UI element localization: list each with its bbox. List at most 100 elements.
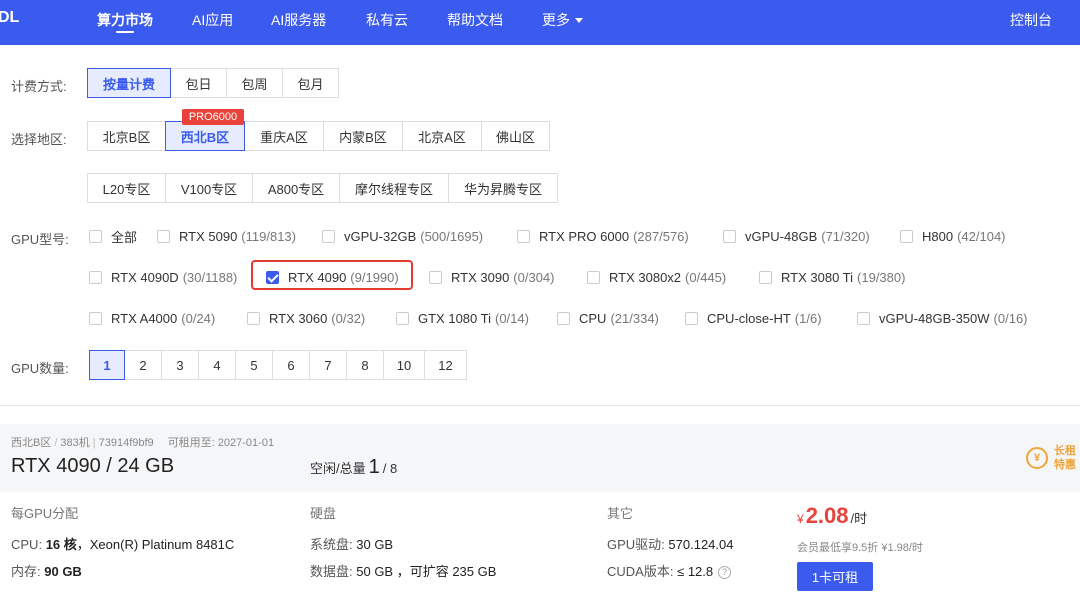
nav-active-indicator	[116, 31, 134, 33]
gpu-name: vGPU-32GB	[344, 228, 417, 244]
nav-item-ai-apps[interactable]: AI应用	[192, 10, 233, 30]
gpu-option-all[interactable]: 全部	[89, 226, 137, 246]
checkbox[interactable]	[429, 270, 442, 284]
gpu-option-h800[interactable]: H800 (42/104)	[900, 226, 1006, 246]
console-link[interactable]: 控制台	[1010, 10, 1052, 30]
region-option-a800[interactable]: A800专区	[252, 173, 340, 203]
region-option-beijing-a[interactable]: 北京A区	[402, 121, 482, 151]
billing-option-weekly[interactable]: 包周	[226, 68, 283, 98]
gpu-option-cpu-close-ht[interactable]: CPU-close-HT (1/6)	[685, 308, 822, 328]
price-unit: /时	[850, 511, 868, 526]
nav-item-ai-servers[interactable]: AI服务器	[271, 10, 326, 30]
checkbox[interactable]	[517, 229, 530, 243]
logo[interactable]: DL	[0, 9, 19, 27]
long-rent-text: 长租 特惠	[1054, 444, 1076, 472]
pro6000-badge: PRO6000	[182, 109, 244, 125]
gpu-name: CPU-close-HT	[707, 310, 791, 326]
region-option-moore-threads[interactable]: 摩尔线程专区	[339, 173, 449, 203]
gpu-option-rtxpro6000[interactable]: RTX PRO 6000 (287/576)	[517, 226, 689, 246]
data-disk-spec: 数据盘: 50 GB ，可扩容 235 GB	[310, 561, 496, 580]
region-option-beijing-b[interactable]: 北京B区	[87, 121, 166, 151]
checkbox[interactable]	[900, 229, 913, 243]
region-option-v100[interactable]: V100专区	[165, 173, 253, 203]
gpu-count-option-12[interactable]: 12	[424, 350, 467, 380]
region-option-chongqing-a[interactable]: 重庆A区	[244, 121, 324, 151]
billing-option-pay-as-you-go[interactable]: 按量计费	[87, 68, 171, 98]
cpu-cores: 16 核	[45, 537, 77, 552]
nav-more-label: 更多	[542, 12, 570, 28]
region-option-huawei-ascend[interactable]: 华为昇腾专区	[448, 173, 558, 203]
gpu-model-label: GPU型号:	[11, 232, 69, 247]
billing-option-daily[interactable]: 包日	[170, 68, 227, 98]
rent-button[interactable]: 1卡可租	[797, 562, 873, 591]
checkbox[interactable]	[157, 229, 170, 243]
long-rent-line1: 长租	[1054, 445, 1076, 457]
gpu-count-option-8[interactable]: 8	[346, 350, 384, 380]
machine-breadcrumb: 西北B区/383机 | 73914f9bf9 可租用至: 2027-01-01	[11, 437, 275, 449]
checkbox[interactable]	[247, 311, 260, 325]
billing-option-monthly[interactable]: 包月	[282, 68, 339, 98]
checkbox[interactable]	[685, 311, 698, 325]
gpu-option-rtx5090[interactable]: RTX 5090 (119/813)	[157, 226, 296, 246]
checkbox[interactable]	[857, 311, 870, 325]
machine-id: 73914f9bf9	[98, 437, 154, 449]
gpu-name: RTX 3080 Ti	[781, 269, 854, 285]
price-value: 2.08	[805, 503, 849, 528]
nav-item-help-docs[interactable]: 帮助文档	[447, 10, 503, 30]
available-until: 可租用至: 2027-01-01	[167, 437, 275, 449]
data-disk-label: 数据盘:	[310, 564, 353, 579]
long-rent-promo[interactable]: ¥ 长租 特惠	[1026, 444, 1076, 472]
region-option-foshan[interactable]: 佛山区	[481, 121, 550, 151]
nav-item-private-cloud[interactable]: 私有云	[366, 10, 408, 30]
gpu-count-option-5[interactable]: 5	[235, 350, 273, 380]
gpu-count-option-6[interactable]: 6	[272, 350, 310, 380]
gpu-count: (0/16)	[993, 310, 1028, 326]
top-nav-bar: DL 算力市场 AI应用 AI服务器 私有云 帮助文档 更多 控制台	[0, 0, 1080, 45]
gpu-count-option-2[interactable]: 2	[124, 350, 162, 380]
machine-region: 西北B区	[11, 437, 52, 449]
region-option-northwest-b[interactable]: 西北B区	[165, 121, 245, 151]
machine-model: RTX 4090 / 24 GB	[11, 455, 175, 477]
gpu-option-rtxa4000[interactable]: RTX A4000 (0/24)	[89, 308, 215, 328]
cuda-label: CUDA版本:	[607, 564, 674, 579]
gpu-count-option-7[interactable]: 7	[309, 350, 347, 380]
gpu-count: (287/576)	[633, 228, 689, 244]
gpu-option-rtx3090[interactable]: RTX 3090 (0/304)	[429, 267, 555, 287]
checkbox[interactable]	[322, 229, 335, 243]
gpu-count-option-10[interactable]: 10	[383, 350, 425, 380]
gpu-count-option-1[interactable]: 1	[89, 350, 125, 380]
checkbox[interactable]	[587, 270, 600, 284]
gpu-option-cpu[interactable]: CPU (21/334)	[557, 308, 659, 328]
driver-label: GPU驱动:	[607, 537, 665, 552]
price: ¥2.08/时	[797, 503, 867, 529]
gpu-option-vgpu48-350w[interactable]: vGPU-48GB-350W (0/16)	[857, 308, 1028, 328]
gpu-option-rtx3060[interactable]: RTX 3060 (0/32)	[247, 308, 365, 328]
gpu-option-vgpu48[interactable]: vGPU-48GB (71/320)	[723, 226, 870, 246]
gpu-option-rtx3080ti[interactable]: RTX 3080 Ti (19/380)	[759, 267, 905, 287]
checkbox[interactable]	[396, 311, 409, 325]
gpu-count-option-3[interactable]: 3	[161, 350, 199, 380]
gpu-option-rtx4090d[interactable]: RTX 4090D (30/1188)	[89, 267, 237, 287]
region-option-neimeng-b[interactable]: 内蒙B区	[323, 121, 403, 151]
data-disk-value: 50 GB ，可扩容 235 GB	[356, 564, 497, 579]
gpu-option-gtx1080ti[interactable]: GTX 1080 Ti (0/14)	[396, 308, 529, 328]
gpu-name: RTX 3090	[451, 269, 510, 285]
nav-item-compute-market[interactable]: 算力市场	[97, 10, 153, 30]
gpu-count: (0/32)	[331, 310, 366, 326]
checkbox[interactable]	[759, 270, 772, 284]
checkbox[interactable]	[557, 311, 570, 325]
help-icon[interactable]: ?	[718, 566, 732, 580]
checkbox[interactable]	[89, 311, 102, 325]
gpu-count-option-4[interactable]: 4	[198, 350, 236, 380]
driver-spec: GPU驱动: 570.124.04	[607, 534, 734, 553]
gpu-count-label: GPU数量:	[11, 361, 69, 376]
gpu-option-vgpu32[interactable]: vGPU-32GB (500/1695)	[322, 226, 483, 246]
checkbox[interactable]	[723, 229, 736, 243]
checkbox[interactable]	[89, 270, 102, 284]
memory-value: 90 GB	[44, 564, 82, 579]
gpu-option-rtx3080x2[interactable]: RTX 3080x2 (0/445)	[587, 267, 726, 287]
checkbox[interactable]	[89, 229, 102, 243]
region-option-l20[interactable]: L20专区	[87, 173, 166, 203]
gpu-count: (19/380)	[857, 269, 906, 285]
nav-item-more[interactable]: 更多	[542, 10, 583, 30]
